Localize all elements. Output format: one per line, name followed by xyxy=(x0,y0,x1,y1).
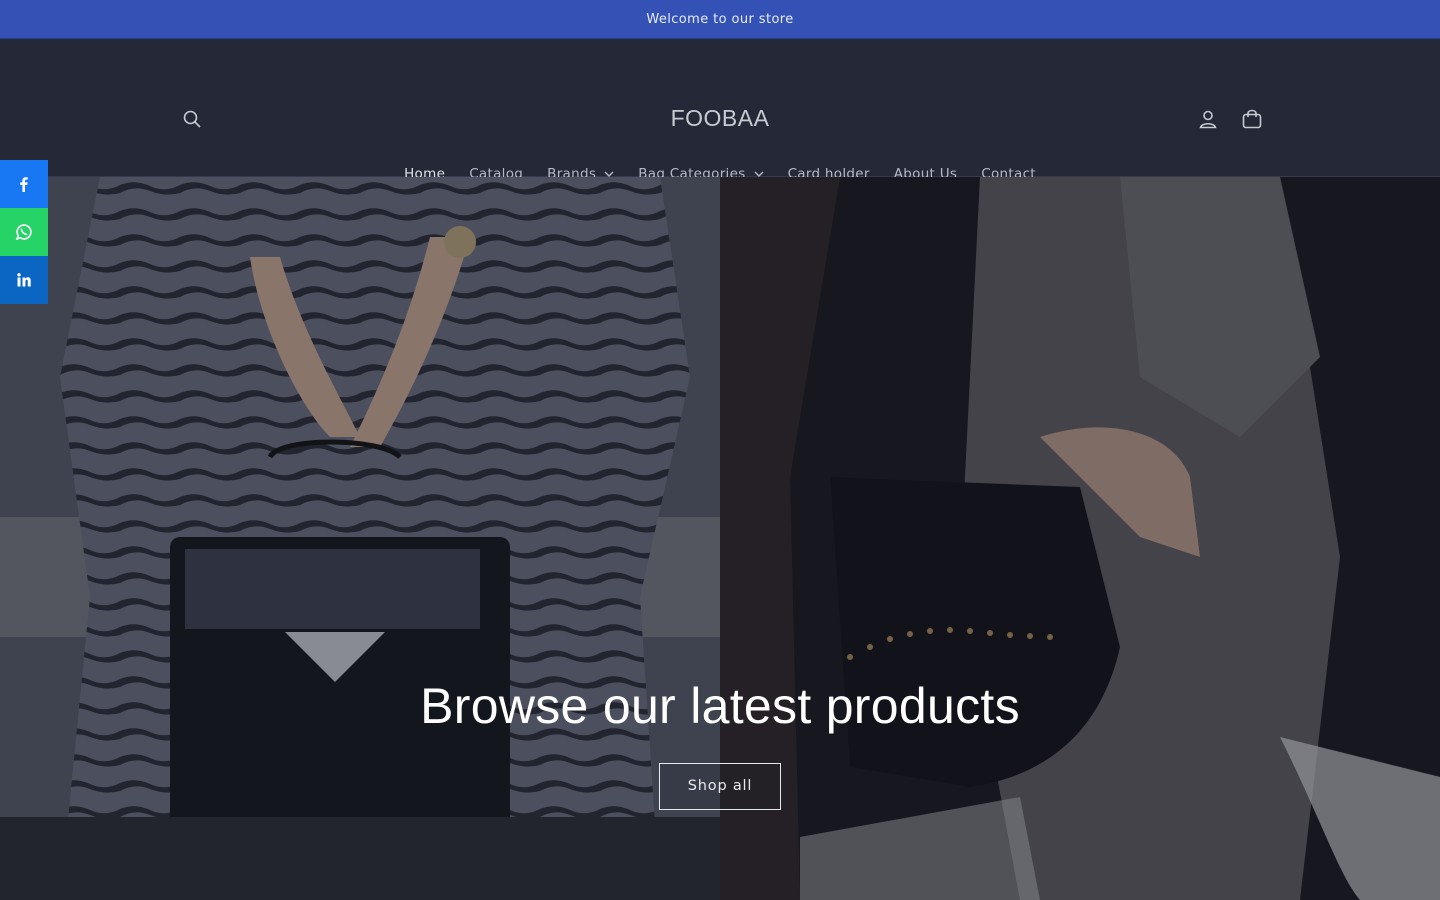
social-share-bar xyxy=(0,160,48,304)
whatsapp-icon xyxy=(15,224,32,241)
hero-banner: Browse our latest products Shop all xyxy=(0,177,1440,900)
account-button[interactable] xyxy=(1192,103,1224,135)
share-linkedin-button[interactable] xyxy=(0,256,48,304)
cart-button[interactable] xyxy=(1236,103,1268,135)
user-icon xyxy=(1199,110,1217,129)
store-logo: FOOBAA xyxy=(0,105,1440,132)
hero-title: Browse our latest products xyxy=(420,678,1020,734)
hero-content: Browse our latest products Shop all xyxy=(0,677,1440,810)
cart-icon xyxy=(1242,109,1262,129)
linkedin-icon xyxy=(17,273,31,287)
announcement-text: Welcome to our store xyxy=(646,11,794,27)
store-logo-link[interactable]: FOOBAA xyxy=(671,105,770,131)
share-whatsapp-button[interactable] xyxy=(0,208,48,256)
site-header: FOOBAA Home Catalog Brands Bag Categorie… xyxy=(0,39,1440,182)
facebook-icon xyxy=(20,177,28,192)
share-facebook-button[interactable] xyxy=(0,160,48,208)
announcement-bar: Welcome to our store xyxy=(0,0,1440,39)
shop-all-button[interactable]: Shop all xyxy=(659,763,781,810)
